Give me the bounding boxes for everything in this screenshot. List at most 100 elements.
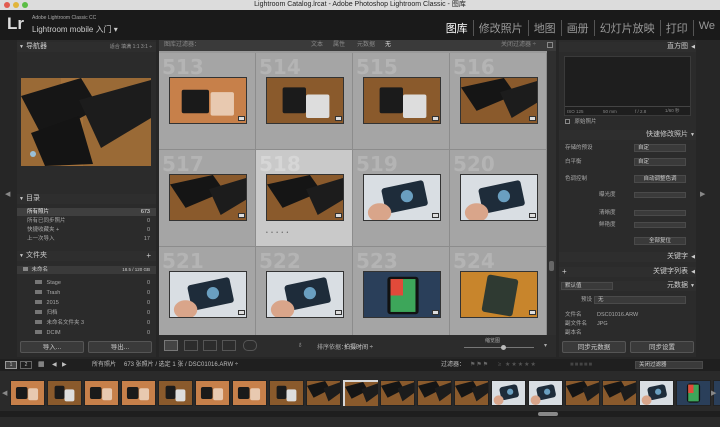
rating-filter-stars[interactable]: ≥ ★★★★★ xyxy=(498,359,537,371)
import-button[interactable]: 导入... xyxy=(20,341,84,353)
folder-item[interactable]: Stage 0 xyxy=(17,279,156,287)
edit-badge-icon[interactable] xyxy=(432,213,439,218)
sort-dropdown[interactable]: 拍摄时间 ÷ xyxy=(344,342,373,351)
metadata-preset-value[interactable]: 无 xyxy=(594,296,686,304)
module-library[interactable]: 图库 xyxy=(441,20,473,36)
module-slideshow[interactable]: 幻灯片放映 xyxy=(593,20,660,36)
survey-view-icon[interactable] xyxy=(222,340,236,351)
grid-cell[interactable]: 520 xyxy=(450,150,547,247)
filter-tab-none[interactable]: 无 xyxy=(385,40,391,51)
photo-thumbnail[interactable] xyxy=(265,174,344,221)
catalog-item-quick-collection[interactable]: 快捷收藏夹 + 0 xyxy=(17,226,156,234)
sync-settings-button[interactable]: 同步设置 xyxy=(630,341,694,353)
loupe-view-icon[interactable] xyxy=(184,340,198,351)
lock-icon[interactable] xyxy=(547,42,553,48)
add-keyword-icon[interactable]: + xyxy=(562,267,567,277)
filmstrip-thumbnail[interactable] xyxy=(639,380,674,406)
grid-cell[interactable]: 523 xyxy=(353,247,450,335)
zoom-window-button[interactable] xyxy=(22,2,28,8)
filmstrip-thumbnail[interactable] xyxy=(10,380,45,406)
module-print[interactable]: 打印 xyxy=(659,20,693,36)
filmstrip-scrollbar[interactable] xyxy=(0,411,720,417)
color-label-filter[interactable]: ■■■■■ xyxy=(570,359,593,371)
forward-arrow-icon[interactable]: ▶ xyxy=(62,359,67,371)
filmstrip-thumbnail[interactable] xyxy=(343,380,378,406)
edit-badge-icon[interactable] xyxy=(335,310,342,315)
folder-item[interactable]: 未命名文件夹 3 0 xyxy=(17,319,156,327)
edit-badge-icon[interactable] xyxy=(529,116,536,121)
white-balance-dropdown[interactable]: 自定 xyxy=(634,158,686,166)
module-map[interactable]: 地图 xyxy=(527,20,561,36)
catalog-item-synced[interactable]: 所有已同步照片 0 xyxy=(17,217,156,225)
grid-cell[interactable]: 514 xyxy=(256,53,353,150)
folder-item[interactable]: 2015 0 xyxy=(17,299,156,307)
auto-tone-button[interactable]: 自动调整色调 xyxy=(634,175,686,183)
grid-mini-icon[interactable]: ▦ xyxy=(38,359,45,371)
photo-thumbnail[interactable] xyxy=(168,77,247,124)
grid-cell[interactable]: 519 xyxy=(353,150,450,247)
filmstrip-thumbnail[interactable] xyxy=(269,380,304,406)
photo-thumbnail[interactable] xyxy=(459,271,538,318)
filter-tab-text[interactable]: 文本 xyxy=(311,40,323,51)
original-photo-row[interactable]: 原始照片 xyxy=(559,118,696,126)
photo-thumbnail[interactable] xyxy=(265,271,344,318)
exposure-buttons[interactable] xyxy=(634,192,686,198)
grid-cell[interactable]: 515 xyxy=(353,53,450,150)
zoom-3-1[interactable]: 3:1 ÷ xyxy=(141,44,152,50)
photo-thumbnail[interactable] xyxy=(459,174,538,221)
edit-badge-icon[interactable] xyxy=(335,213,342,218)
filmstrip-thumbnail[interactable] xyxy=(84,380,119,406)
grid-cell[interactable]: 524 xyxy=(450,247,547,335)
left-panel-collapse-icon[interactable]: ◀ xyxy=(5,190,10,198)
photo-thumbnail[interactable] xyxy=(362,271,441,318)
folder-item[interactable]: Trash 0 xyxy=(17,289,156,297)
filmstrip-thumbnail[interactable] xyxy=(380,380,415,406)
folders-header[interactable]: ▼ 文件夹 + xyxy=(17,251,156,261)
module-web[interactable]: We xyxy=(692,20,720,36)
filmstrip-thumbnail[interactable] xyxy=(158,380,193,406)
catalog-header[interactable]: ▼ 目录 xyxy=(17,194,156,204)
grid-cell[interactable]: 518 • • • • • xyxy=(256,150,353,247)
filmstrip-thumbnail[interactable] xyxy=(565,380,600,406)
export-button[interactable]: 导出... xyxy=(88,341,152,353)
filmstrip-filter-dropdown[interactable]: 关闭过滤器 xyxy=(635,361,703,369)
folder-volume[interactable]: 未命名 18.5 / 120 GB xyxy=(17,266,156,274)
catalog-item-previous-import[interactable]: 上一次导入 17 xyxy=(17,235,156,243)
grid-cell[interactable]: 513 xyxy=(159,53,256,150)
photo-thumbnail[interactable] xyxy=(459,77,538,124)
grid-cell[interactable]: 516 xyxy=(450,53,547,150)
grid-view-icon[interactable] xyxy=(164,340,178,351)
scroll-thumb[interactable] xyxy=(549,261,554,271)
filmstrip-scroll-thumb[interactable] xyxy=(538,412,558,416)
page-2-button[interactable]: 2 xyxy=(20,361,32,369)
thumbnail-size-slider[interactable] xyxy=(464,347,534,348)
filmstrip-thumbnail[interactable] xyxy=(528,380,563,406)
right-panel-collapse-icon[interactable]: ▶ xyxy=(700,190,705,198)
filmstrip-thumbnail[interactable] xyxy=(676,380,711,406)
zoom-fit[interactable]: 适合 xyxy=(110,44,120,50)
rating-dots[interactable]: • • • • • xyxy=(266,230,289,236)
people-view-icon[interactable] xyxy=(243,340,257,351)
edit-badge-icon[interactable] xyxy=(238,213,245,218)
keyword-list-header[interactable]: + 关键字列表 ◀ xyxy=(559,267,696,277)
filmstrip-thumbnail[interactable] xyxy=(602,380,637,406)
filename-value[interactable]: DSC01016.ARW xyxy=(597,311,638,319)
histogram-header[interactable]: 直方图 ◀ xyxy=(559,42,696,52)
filmstrip-thumbnail[interactable] xyxy=(306,380,341,406)
reset-all-button[interactable]: 全部复位 xyxy=(634,237,686,245)
edit-badge-icon[interactable] xyxy=(529,213,536,218)
module-book[interactable]: 画册 xyxy=(560,20,594,36)
filmstrip-thumbnail[interactable] xyxy=(47,380,82,406)
navigator-header[interactable]: ▼ 导航器 适合 填满 1:1 3:1 ÷ xyxy=(17,42,156,52)
filmstrip-left-arrow-icon[interactable]: ◀ xyxy=(2,389,7,397)
toolbar-menu-icon[interactable]: ▾ xyxy=(544,342,547,349)
grid-cell[interactable]: 521 xyxy=(159,247,256,335)
edit-badge-icon[interactable] xyxy=(529,310,536,315)
page-1-button[interactable]: 1 xyxy=(5,361,17,369)
module-develop[interactable]: 修改照片 xyxy=(472,20,528,36)
mobile-menu[interactable]: Lightroom mobile 入门 ▾ xyxy=(32,24,118,35)
flag-filter-icons[interactable]: ⚑⚑⚑ xyxy=(470,359,489,371)
compare-view-icon[interactable] xyxy=(203,340,217,351)
back-arrow-icon[interactable]: ◀ xyxy=(52,359,57,371)
clarity-buttons[interactable] xyxy=(634,210,686,216)
